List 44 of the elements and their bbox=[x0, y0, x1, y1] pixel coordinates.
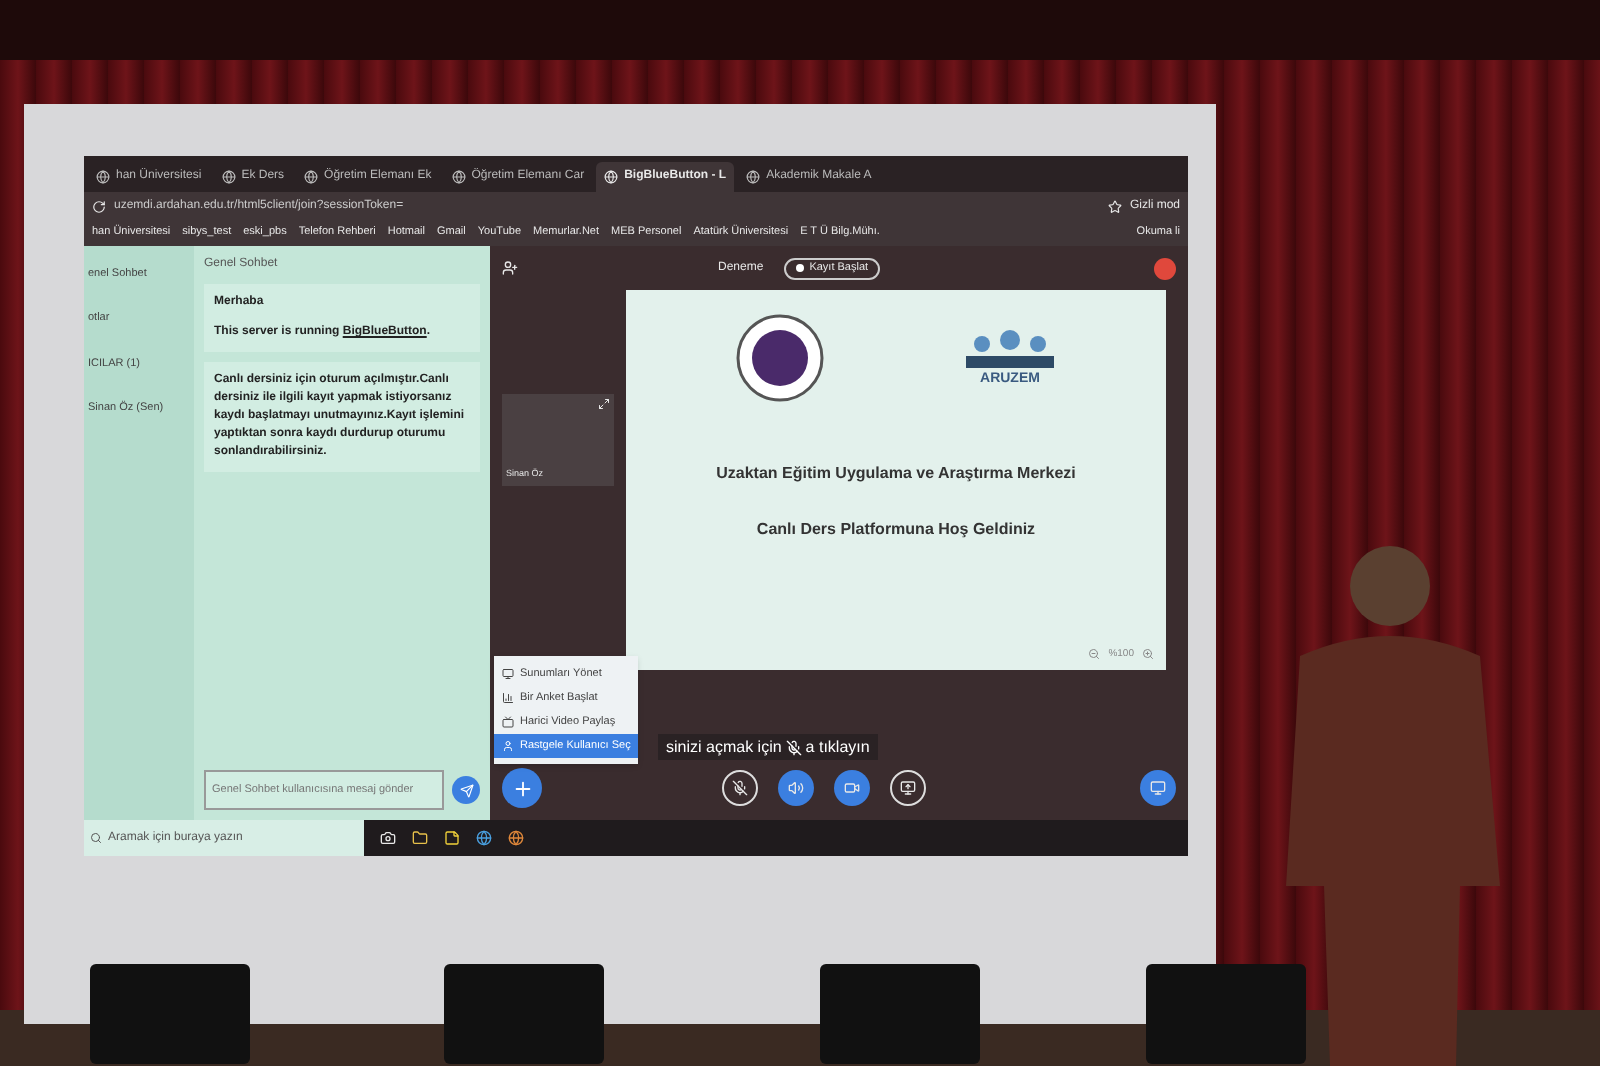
zoom-out-icon[interactable] bbox=[1088, 648, 1101, 661]
user-icon bbox=[502, 260, 518, 276]
slide-subheading: Canlı Ders Platformuna Hoş Geldiniz bbox=[756, 518, 1036, 542]
note-icon[interactable] bbox=[444, 830, 460, 846]
monitor-icon bbox=[1150, 780, 1166, 796]
menu-icon bbox=[502, 716, 514, 728]
menu-icon bbox=[502, 740, 514, 752]
graduates-drawing bbox=[964, 325, 1056, 370]
globe-icon bbox=[604, 170, 619, 184]
globe-icon bbox=[304, 170, 319, 184]
mic-off-icon bbox=[732, 780, 748, 796]
reload-icon bbox=[92, 199, 106, 213]
star-icon bbox=[1107, 199, 1122, 213]
slide-heading: Uzaktan Eğitim Uygulama ve Araştırma Merkezi bbox=[716, 462, 1076, 486]
globe-icon bbox=[96, 170, 110, 184]
menu-icon bbox=[502, 668, 514, 680]
mic-off-icon bbox=[785, 739, 802, 755]
actions-button[interactable] bbox=[502, 768, 542, 808]
globe-icon[interactable] bbox=[508, 830, 524, 846]
globe-icon[interactable] bbox=[476, 830, 492, 846]
record-icon bbox=[795, 264, 804, 272]
plus-icon bbox=[511, 777, 533, 799]
send-icon bbox=[459, 783, 473, 797]
university-seal-drawing bbox=[736, 314, 824, 402]
send-button[interactable] bbox=[452, 776, 480, 804]
speaker-icon bbox=[788, 780, 804, 796]
folder-icon[interactable] bbox=[412, 830, 428, 846]
camera-icon bbox=[844, 780, 860, 796]
tooltip-text: a tıklayın bbox=[805, 735, 870, 759]
zoom-in-icon[interactable] bbox=[1142, 648, 1154, 661]
presentation-button[interactable] bbox=[1140, 770, 1176, 806]
audio-button[interactable] bbox=[778, 770, 814, 806]
tooltip-text: sinizi açmak için bbox=[666, 735, 782, 759]
globe-icon bbox=[451, 170, 466, 184]
camera-button[interactable] bbox=[834, 770, 870, 806]
connection-button[interactable] bbox=[1154, 257, 1176, 279]
globe-icon bbox=[746, 170, 761, 184]
screen-share-button[interactable] bbox=[890, 770, 926, 806]
mute-button[interactable] bbox=[722, 770, 758, 806]
screen-share-icon bbox=[900, 780, 916, 796]
menu-icon bbox=[502, 692, 514, 704]
camera-icon[interactable] bbox=[380, 830, 396, 846]
search-icon bbox=[90, 832, 102, 844]
globe-icon bbox=[221, 170, 236, 184]
